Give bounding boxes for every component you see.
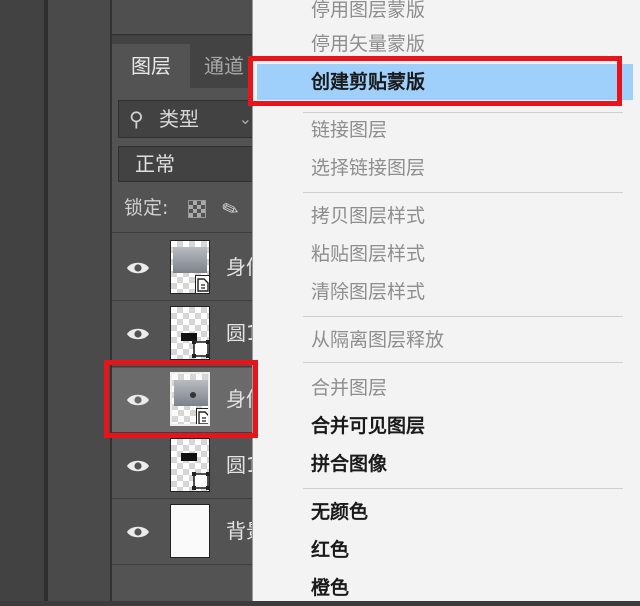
annotation-box-layer	[104, 360, 258, 438]
menu-item-flatten-image[interactable]: 拼合图像	[311, 446, 387, 482]
photo-preview	[173, 247, 207, 273]
eye-icon[interactable]	[126, 256, 150, 280]
layers-panel: 图层 通道 ⚲ 类型 ⌄ 正常 锁定: ✎ 身份 圆1 身份 圆1 背景	[112, 36, 266, 601]
menu-separator	[303, 316, 623, 317]
tab-channels[interactable]: 通道	[204, 44, 244, 88]
shape-preview	[181, 453, 197, 461]
chevron-down-icon: ⌄	[238, 109, 252, 128]
menu-item-select-linked-layers[interactable]: 选择链接图层	[311, 150, 425, 186]
layer-row[interactable]: 圆1	[112, 302, 259, 367]
layer-thumbnail	[170, 306, 210, 360]
eye-icon[interactable]	[126, 520, 150, 544]
menu-item-release-from-isolation[interactable]: 从隔离图层释放	[311, 322, 444, 358]
menu-item-disable-layer-mask[interactable]: 停用图层蒙版	[311, 0, 425, 28]
layer-filter-dropdown[interactable]: ⚲ 类型 ⌄	[118, 100, 252, 138]
layer-row[interactable]: 身份	[112, 236, 266, 301]
menu-separator	[303, 192, 623, 193]
layer-row[interactable]: 背景	[112, 500, 266, 565]
menu-item-red[interactable]: 红色	[311, 532, 349, 568]
divider	[112, 232, 252, 233]
workspace-left	[0, 0, 44, 601]
lock-transparency-icon[interactable]	[188, 200, 206, 218]
eye-icon[interactable]	[126, 322, 150, 346]
menu-item-paste-layer-style[interactable]: 粘贴图层样式	[311, 236, 425, 272]
menu-item-copy-layer-style[interactable]: 拷贝图层样式	[311, 198, 425, 234]
menu-item-link-layers[interactable]: 链接图层	[311, 112, 387, 148]
menu-separator	[303, 362, 623, 363]
layer-row[interactable]: 圆1	[112, 434, 259, 499]
workspace-strip	[48, 0, 110, 601]
tab-layers[interactable]: 图层	[112, 44, 190, 88]
layer-thumbnail	[170, 240, 210, 294]
panel-top-band	[112, 0, 252, 35]
menu-item-merge-visible[interactable]: 合并可见图层	[311, 408, 425, 444]
layer-thumbnail	[170, 504, 210, 558]
smart-object-icon	[195, 275, 209, 293]
panel-tabs: 图层 通道	[112, 36, 252, 88]
filter-label: 类型	[159, 107, 199, 131]
menu-item-no-color[interactable]: 无颜色	[311, 494, 368, 530]
annotation-box-menu-item	[248, 56, 622, 106]
lock-pixels-brush-icon[interactable]: ✎	[218, 195, 242, 223]
vector-shape-icon	[192, 340, 209, 358]
vector-shape-icon	[192, 472, 209, 490]
menu-item-clear-layer-style[interactable]: 清除图层样式	[311, 274, 425, 310]
menu-item-merge-layers[interactable]: 合并图层	[311, 370, 387, 406]
lock-label: 锁定:	[124, 197, 169, 219]
menu-separator	[303, 488, 623, 489]
blend-mode-dropdown[interactable]: 正常	[118, 146, 252, 182]
eye-icon[interactable]	[126, 454, 150, 478]
layer-thumbnail	[170, 438, 210, 492]
search-icon: ⚲	[129, 107, 144, 131]
blend-mode-value: 正常	[135, 152, 175, 176]
